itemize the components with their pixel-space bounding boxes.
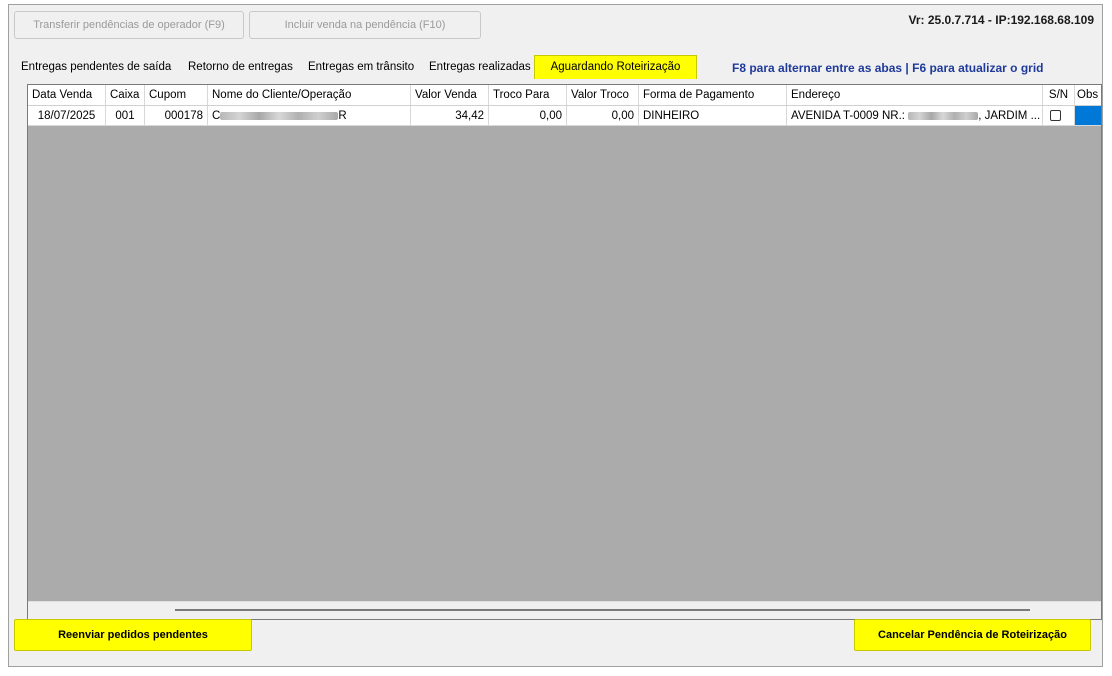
col-troco-para[interactable]: Troco Para: [489, 85, 567, 105]
col-endereco[interactable]: Endereço: [787, 85, 1043, 105]
nome-prefix: C: [212, 110, 221, 122]
deliveries-grid[interactable]: Data Venda Caixa Cupom Nome do Cliente/O…: [27, 84, 1102, 620]
sn-checkbox[interactable]: [1050, 110, 1061, 121]
cell-caixa: 001: [106, 106, 145, 126]
cell-cupom: 000178: [145, 106, 208, 126]
tab-entregas-transito[interactable]: Entregas em trânsito: [305, 57, 417, 77]
col-sn[interactable]: S/N: [1043, 85, 1075, 105]
cell-forma-pagamento: DINHEIRO: [639, 106, 787, 126]
col-nome-cliente[interactable]: Nome do Cliente/Operação: [208, 85, 411, 105]
delivery-window: Transferir pendências de operador (F9) I…: [8, 4, 1103, 667]
cell-valor-venda: 34,42: [411, 106, 489, 126]
cancel-routing-button[interactable]: Cancelar Pendência de Roteirização: [854, 619, 1091, 651]
table-row[interactable]: 18/07/2025 001 000178 CR 34,42 0,00 0,00…: [28, 106, 1101, 126]
cell-troco-para: 0,00: [489, 106, 567, 126]
nome-suffix: R: [338, 110, 347, 122]
cell-endereco: AVENIDA T-0009 NR.: , JARDIM ...: [787, 106, 1043, 126]
endereco-suffix: , JARDIM ...: [978, 110, 1041, 122]
cell-valor-troco: 0,00: [567, 106, 639, 126]
col-data-venda[interactable]: Data Venda: [28, 85, 106, 105]
col-cupom[interactable]: Cupom: [145, 85, 208, 105]
cell-sn: [1043, 106, 1075, 126]
tab-entregas-realizadas[interactable]: Entregas realizadas: [426, 57, 534, 77]
grid-header: Data Venda Caixa Cupom Nome do Cliente/O…: [28, 85, 1101, 106]
version-label: Vr: 25.0.7.714 - IP:192.168.68.109: [908, 13, 1094, 27]
horizontal-scrollbar[interactable]: [28, 601, 1101, 619]
transfer-pending-button[interactable]: Transferir pendências de operador (F9): [14, 11, 244, 39]
tab-entregas-pendentes[interactable]: Entregas pendentes de saída: [18, 57, 174, 77]
col-valor-venda[interactable]: Valor Venda: [411, 85, 489, 105]
tab-aguardando-roteirizacao[interactable]: Aguardando Roteirização: [534, 55, 697, 79]
col-valor-troco[interactable]: Valor Troco: [567, 85, 639, 105]
cell-data-venda: 18/07/2025: [28, 106, 106, 126]
col-caixa[interactable]: Caixa: [106, 85, 145, 105]
cell-obs-selected[interactable]: [1075, 106, 1101, 126]
scrollbar-thumb[interactable]: [175, 609, 1030, 611]
col-forma-pagamento[interactable]: Forma de Pagamento: [639, 85, 787, 105]
cell-nome-cliente: CR: [208, 106, 411, 126]
keyboard-hint: F8 para alternar entre as abas | F6 para…: [732, 61, 1044, 75]
redacted-name: [220, 111, 339, 120]
col-obs[interactable]: Obs: [1075, 85, 1101, 105]
include-sale-button[interactable]: Incluir venda na pendência (F10): [249, 11, 481, 39]
endereco-prefix: AVENIDA T-0009 NR.:: [791, 110, 905, 122]
redacted-address: [908, 111, 979, 120]
resend-pending-button[interactable]: Reenviar pedidos pendentes: [14, 619, 252, 651]
tab-retorno-entregas[interactable]: Retorno de entregas: [185, 57, 296, 77]
